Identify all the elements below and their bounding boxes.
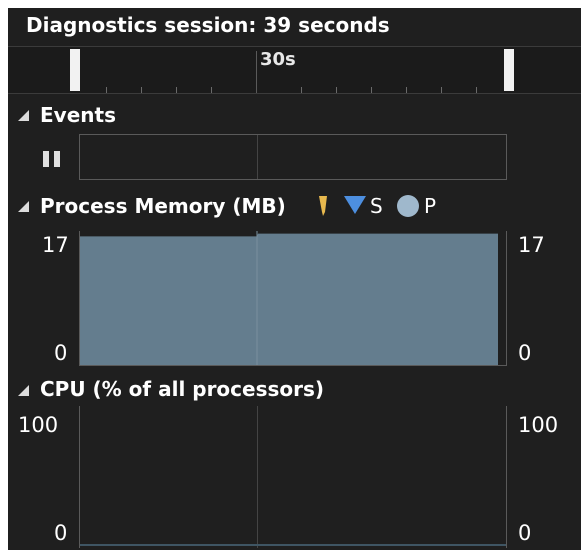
cpu-collapse-icon[interactable] (18, 385, 29, 396)
ruler-tick (476, 87, 477, 93)
ruler-tick (141, 87, 142, 93)
ruler-tick (106, 87, 107, 93)
cpu-usage-line (80, 544, 506, 546)
ruler-tick (336, 87, 337, 93)
cpu-title: CPU (% of all processors) (40, 377, 325, 401)
events-gridline (257, 135, 258, 179)
memory-axis-max-left: 17 (42, 233, 69, 257)
events-collapse-icon[interactable] (18, 110, 29, 121)
memory-axis-min-left: 0 (54, 341, 68, 365)
ruler-major-tick (256, 51, 257, 93)
cpu-gridline (257, 406, 258, 548)
events-track (79, 134, 507, 180)
ruler-tick (371, 87, 372, 93)
cpu-axis-min-right: 0 (518, 521, 532, 545)
gc-marker-icon (319, 196, 327, 216)
legend-label-snapshot: S (370, 194, 383, 218)
cpu-axis-max-left: 100 (18, 413, 59, 437)
timeline-end-handle[interactable] (504, 49, 514, 91)
timeline-ruler[interactable]: 30s (8, 47, 581, 94)
session-title: Diagnostics session: 39 seconds (26, 13, 390, 37)
session-header: Diagnostics session: 39 seconds (8, 8, 581, 47)
pause-icon[interactable] (43, 151, 61, 167)
memory-collapse-icon[interactable] (18, 201, 29, 212)
ruler-tick (176, 87, 177, 93)
memory-title: Process Memory (MB) (40, 194, 286, 218)
cpu-axis-min-left: 0 (54, 521, 68, 545)
ruler-tick (441, 87, 442, 93)
private-bytes-marker-icon (397, 195, 419, 217)
events-title: Events (40, 103, 116, 127)
memory-usage-area (80, 233, 498, 365)
diagnostics-panel: Diagnostics session: 39 seconds 30s Even… (8, 8, 581, 550)
timeline-start-handle[interactable] (70, 49, 80, 91)
cpu-chart (79, 406, 507, 548)
snapshot-marker-icon (344, 196, 366, 214)
ruler-tick (211, 87, 212, 93)
legend-label-private-bytes: P (424, 194, 437, 218)
memory-axis-max-right: 17 (518, 233, 545, 257)
memory-chart (79, 231, 507, 366)
ruler-tick (406, 87, 407, 93)
ruler-label-30s: 30s (260, 49, 296, 70)
cpu-axis-max-right: 100 (518, 413, 559, 437)
memory-axis-min-right: 0 (518, 341, 532, 365)
ruler-tick (301, 87, 302, 93)
